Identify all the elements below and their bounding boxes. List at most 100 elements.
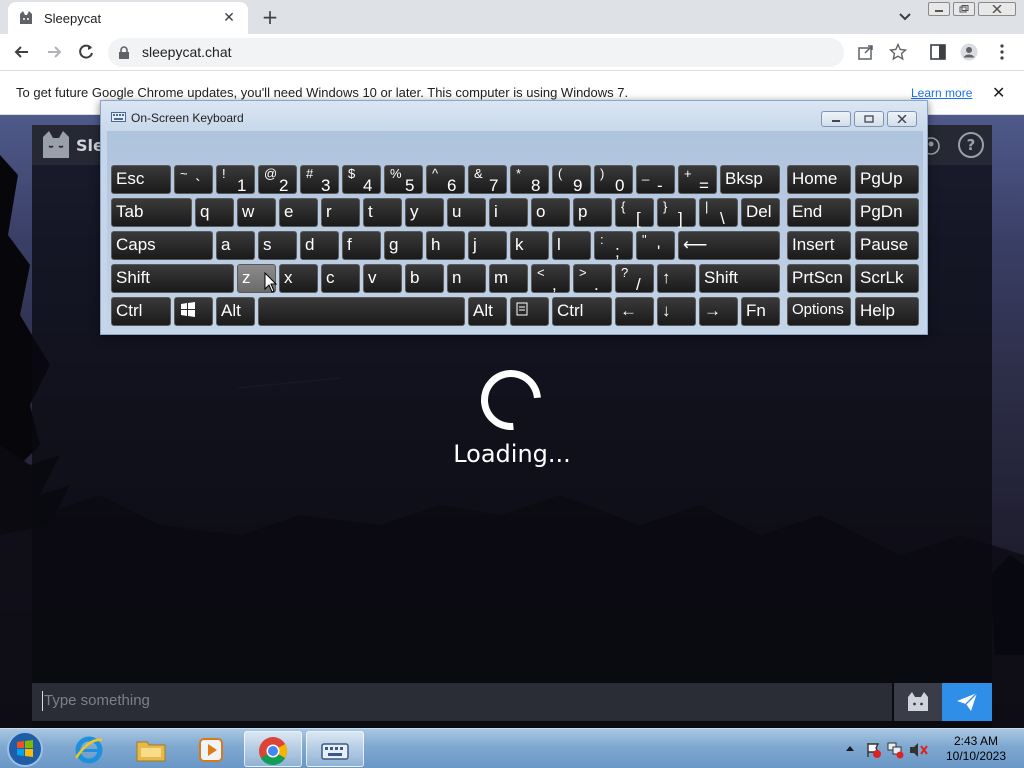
key-left-ctrl[interactable]: Ctrl [111,297,171,326]
key-r[interactable]: r [321,198,360,227]
key-right-bracket[interactable]: }] [657,198,696,228]
show-hidden-icons-chevron-icon[interactable] [846,746,854,751]
reload-icon[interactable] [76,42,96,62]
key-m[interactable]: m [489,264,528,293]
key-2[interactable]: @2 [258,165,297,195]
key-j[interactable]: j [468,231,507,260]
key-pause[interactable]: Pause [855,231,919,260]
key-slash[interactable]: ? / [615,264,654,294]
help-icon[interactable]: ? [958,132,984,158]
key-1[interactable]: ! 1 [216,165,255,195]
osk-titlebar[interactable]: On-Screen Keyboard [101,101,927,131]
key-esc[interactable]: Esc [111,165,171,194]
taskbar-file-explorer[interactable] [122,731,180,767]
chat-input-placeholder[interactable]: Type something [44,692,150,709]
key-6[interactable]: ^ 6 [426,165,465,195]
key-semicolon[interactable]: :; [594,231,633,261]
key-minus[interactable]: _ - [636,165,675,195]
key-x[interactable]: x [279,264,318,293]
key-insert[interactable]: Insert [787,231,851,260]
key-o[interactable]: o [531,198,570,227]
key-f[interactable]: f [342,231,381,260]
key-y[interactable]: y [405,198,444,227]
taskbar-media-player[interactable] [182,731,240,767]
key-l[interactable]: l [552,231,591,260]
key-quote[interactable]: " ' [636,231,675,261]
key-i[interactable]: i [489,198,528,227]
key-backtick[interactable]: ~ ` [174,165,213,195]
key-options[interactable]: Options [787,297,851,326]
key-menu[interactable] [510,297,549,326]
key-left-bracket[interactable]: {[ [615,198,654,228]
bookmark-star-icon[interactable] [889,43,907,61]
network-disconnected-icon[interactable] [887,742,904,759]
osk-close-button[interactable] [887,111,917,127]
url-text[interactable]: sleepycat.chat [142,44,232,60]
key-c[interactable]: c [321,264,360,293]
send-message-button[interactable] [942,683,992,721]
taskbar-internet-explorer[interactable] [60,731,118,767]
chat-input-bar[interactable]: Type something [32,683,892,721]
volume-muted-icon[interactable] [910,743,928,757]
key-3[interactable]: #3 [300,165,339,195]
key-right-alt[interactable]: Alt [468,297,507,326]
key-4[interactable]: $4 [342,165,381,195]
key-8[interactable]: * 8 [510,165,549,195]
key-left-arrow[interactable]: ← [615,297,654,326]
key-fn[interactable]: Fn [741,297,780,326]
key-p[interactable]: p [573,198,612,227]
key-n[interactable]: n [447,264,486,293]
forward-arrow-icon[interactable] [44,42,64,62]
cat-avatar-button[interactable] [894,683,942,721]
key-right-shift[interactable]: Shift [699,264,780,293]
key-prtscn[interactable]: PrtScn [787,264,851,293]
key-right-arrow[interactable]: → [699,297,738,326]
key-d[interactable]: d [300,231,339,260]
key-space[interactable] [258,297,465,326]
key-7[interactable]: & 7 [468,165,507,195]
key-down-arrow[interactable]: ↓ [657,297,696,326]
key-w[interactable]: w [237,198,276,227]
tab-search-chevron-icon[interactable] [896,8,914,26]
key-left-alt[interactable]: Alt [216,297,255,326]
side-panel-icon[interactable] [929,43,947,61]
key-b[interactable]: b [405,264,444,293]
osk-minimize-button[interactable] [821,111,851,127]
key-right-ctrl[interactable]: Ctrl [552,297,612,326]
key-t[interactable]: t [363,198,402,227]
new-tab-button[interactable]: + [258,6,282,30]
key-backslash[interactable]: | \ [699,198,738,228]
key-e[interactable]: e [279,198,318,227]
key-period[interactable]: >. [573,264,612,294]
tab-close-icon[interactable]: ✕ [220,10,238,26]
share-icon[interactable] [857,43,875,61]
key-caps[interactable]: Caps [111,231,213,260]
browser-tab[interactable]: Sleepycat ✕ [8,2,248,34]
restore-window-button[interactable] [953,2,975,16]
key-h[interactable]: h [426,231,465,260]
taskbar-chrome[interactable] [244,731,302,767]
key-s[interactable]: s [258,231,297,260]
key-enter[interactable]: ⟵ [678,231,780,260]
key-home[interactable]: Home [787,165,851,194]
start-orb-icon[interactable] [6,730,44,768]
key-scrlk[interactable]: ScrLk [855,264,919,293]
action-center-flag-icon[interactable] [867,743,881,758]
close-window-button[interactable] [978,2,1016,16]
key-up-arrow[interactable]: ↑ [657,264,696,293]
key-0[interactable]: ) 0 [594,165,633,195]
key-end[interactable]: End [787,198,851,227]
key-v[interactable]: v [363,264,402,293]
back-arrow-icon[interactable] [12,42,32,62]
key-q[interactable]: q [195,198,234,227]
on-screen-keyboard-window[interactable]: On-Screen Keyboard Esc ~ ` ! 1 @2 #3 $4 % 5… [100,100,928,335]
key-help[interactable]: Help [855,297,919,326]
key-pgup[interactable]: PgUp [855,165,919,194]
chrome-menu-kebab-icon[interactable] [993,43,1011,61]
key-backspace[interactable]: Bksp [720,165,780,194]
key-u[interactable]: u [447,198,486,227]
taskbar-on-screen-keyboard[interactable] [306,731,364,767]
osk-maximize-button[interactable] [854,111,884,127]
key-k[interactable]: k [510,231,549,260]
key-windows[interactable] [174,297,213,326]
